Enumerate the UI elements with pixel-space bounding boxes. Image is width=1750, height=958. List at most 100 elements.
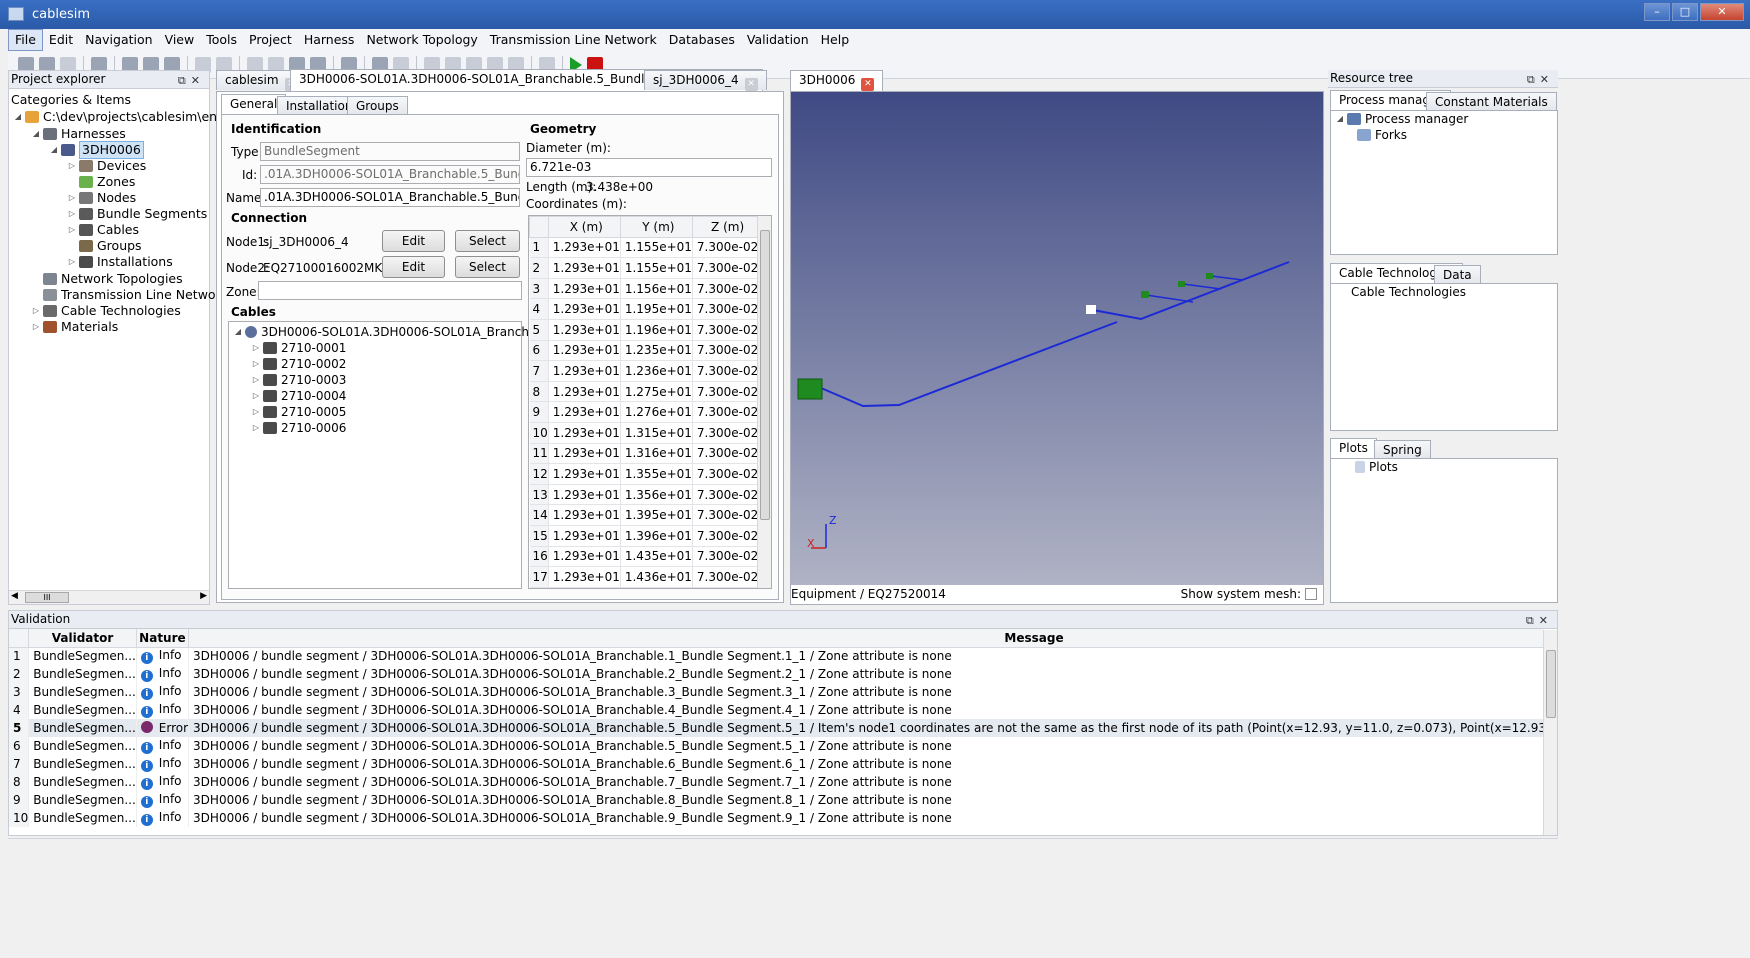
tree-item-nodes[interactable]: ▷ Nodes bbox=[67, 190, 136, 206]
validation-row[interactable]: 5 BundleSegmen... Error 3DH0006 / bundle se… bbox=[9, 719, 1543, 737]
expand-arrow-icon[interactable]: ▷ bbox=[31, 303, 41, 319]
scroll-thumb[interactable]: III bbox=[25, 592, 69, 603]
validation-row[interactable]: 6 BundleSegmen... i Info 3DH0006 / bundle se… bbox=[9, 737, 1543, 755]
close-window-button[interactable]: ✕ bbox=[1700, 3, 1744, 21]
coord-cell[interactable]: 1.436e+01 bbox=[620, 566, 693, 588]
diameter-field[interactable]: 6.721e-03 bbox=[526, 158, 772, 177]
tab-3dh0006-viewer[interactable]: 3DH0006 ✕ bbox=[790, 70, 884, 92]
tree-item-process-manager[interactable]: ◢ Process manager bbox=[1335, 111, 1468, 127]
nature-column-header[interactable]: Nature bbox=[136, 629, 190, 648]
coord-column-header[interactable]: Y (m) bbox=[619, 216, 693, 238]
menu-harness[interactable]: Harness bbox=[298, 30, 361, 50]
coord-cell[interactable]: 1.276e+01 bbox=[620, 401, 693, 423]
cable-item[interactable]: ▷ 2710-0003 bbox=[251, 372, 347, 388]
show-mesh-checkbox[interactable] bbox=[1305, 588, 1317, 600]
expand-arrow-icon[interactable]: ▷ bbox=[251, 356, 261, 372]
expand-arrow-icon[interactable]: ▷ bbox=[251, 372, 261, 388]
tree-item-bundle-segments[interactable]: ▷ Bundle Segments bbox=[67, 206, 207, 222]
menu-tools[interactable]: Tools bbox=[200, 30, 243, 50]
cable-item[interactable]: ▷ 2710-0005 bbox=[251, 404, 347, 420]
coord-cell[interactable]: 7.300e-02 bbox=[692, 257, 760, 279]
coord-row[interactable]: 6 1.293e+01 1.235e+01 7.300e-02 bbox=[529, 340, 760, 362]
menu-file[interactable]: File bbox=[8, 29, 43, 51]
message-column-header[interactable]: Message bbox=[188, 629, 1543, 648]
coord-row[interactable]: 7 1.293e+01 1.236e+01 7.300e-02 bbox=[529, 360, 760, 382]
tree-item-cables[interactable]: ▷ Cables bbox=[67, 222, 139, 238]
coord-cell[interactable]: 7.300e-02 bbox=[692, 463, 760, 485]
coord-cell[interactable]: 1.293e+01 bbox=[548, 319, 621, 341]
coord-cell[interactable]: 7.300e-02 bbox=[692, 401, 760, 423]
coord-cell[interactable]: 7.300e-02 bbox=[692, 360, 760, 382]
junction-node[interactable] bbox=[1141, 291, 1149, 298]
coord-cell[interactable]: 7.300e-02 bbox=[692, 237, 760, 259]
coord-cell[interactable]: 1.155e+01 bbox=[620, 257, 693, 279]
tab-spring[interactable]: Spring bbox=[1374, 440, 1431, 458]
validation-row[interactable]: 3 BundleSegmen... i Info 3DH0006 / bundle se… bbox=[9, 683, 1543, 701]
cable-item[interactable]: ▷ 2710-0001 bbox=[251, 340, 347, 356]
coord-cell[interactable]: 1.196e+01 bbox=[620, 319, 693, 341]
junction-node[interactable] bbox=[1178, 281, 1185, 287]
expand-arrow-icon[interactable]: ▷ bbox=[67, 190, 77, 206]
name-field[interactable]: .01A.3DH0006-SOL01A_Branchable.5_Bundle … bbox=[260, 188, 520, 207]
coord-row[interactable]: 1 1.293e+01 1.155e+01 7.300e-02 bbox=[529, 237, 760, 259]
menu-validation[interactable]: Validation bbox=[741, 30, 815, 50]
expand-arrow-icon[interactable]: ▷ bbox=[67, 206, 77, 222]
coord-cell[interactable]: 1.156e+01 bbox=[620, 278, 693, 300]
cable-item[interactable]: ▷ 2710-0004 bbox=[251, 388, 347, 404]
coord-cell[interactable]: 1.293e+01 bbox=[548, 525, 621, 547]
coord-row[interactable]: 9 1.293e+01 1.276e+01 7.300e-02 bbox=[529, 401, 760, 423]
coord-cell[interactable]: 7.300e-02 bbox=[692, 525, 760, 547]
node2-select-button[interactable]: Select bbox=[455, 256, 520, 278]
coord-row[interactable]: 16 1.293e+01 1.435e+01 7.300e-02 bbox=[529, 546, 760, 568]
coord-cell[interactable]: 1.195e+01 bbox=[620, 298, 693, 320]
validation-scrollbar[interactable] bbox=[1543, 630, 1557, 835]
coord-cell[interactable]: 1.293e+01 bbox=[548, 546, 621, 568]
coord-row[interactable]: 11 1.293e+01 1.316e+01 7.300e-02 bbox=[529, 443, 760, 465]
validation-row[interactable]: 7 BundleSegmen... i Info 3DH0006 / bundle se… bbox=[9, 755, 1543, 773]
coord-row[interactable]: 4 1.293e+01 1.195e+01 7.300e-02 bbox=[529, 298, 760, 320]
tree-item-groups[interactable]: Groups bbox=[67, 238, 142, 254]
expand-arrow-icon[interactable]: ▷ bbox=[251, 420, 261, 436]
coord-row[interactable]: 13 1.293e+01 1.356e+01 7.300e-02 bbox=[529, 484, 760, 506]
expand-arrow-icon[interactable]: ▷ bbox=[251, 388, 261, 404]
coord-row[interactable]: 5 1.293e+01 1.196e+01 7.300e-02 bbox=[529, 319, 760, 341]
coord-cell[interactable]: 7.300e-02 bbox=[692, 504, 760, 526]
tree-item-cable-technologies[interactable]: ▷ Cable Technologies bbox=[31, 303, 181, 319]
coord-cell[interactable]: 1.356e+01 bbox=[620, 484, 693, 506]
coord-cell[interactable]: 1.293e+01 bbox=[548, 298, 621, 320]
coord-cell[interactable]: 1.236e+01 bbox=[620, 360, 693, 382]
coord-cell[interactable]: 7.300e-02 bbox=[692, 340, 760, 362]
coord-row[interactable]: 2 1.293e+01 1.155e+01 7.300e-02 bbox=[529, 257, 760, 279]
dock-buttons[interactable]: ⧉✕ bbox=[1527, 71, 1554, 88]
validation-row[interactable]: 8 BundleSegmen... i Info 3DH0006 / bundle se… bbox=[9, 773, 1543, 791]
menu-help[interactable]: Help bbox=[815, 30, 856, 50]
coordinates-scrollbar[interactable] bbox=[757, 216, 771, 588]
coord-cell[interactable]: 1.355e+01 bbox=[620, 463, 693, 485]
dock-buttons[interactable]: ⧉✕ bbox=[1526, 612, 1553, 629]
validator-column-header[interactable]: Validator bbox=[28, 629, 137, 648]
coord-row[interactable]: 8 1.293e+01 1.275e+01 7.300e-02 bbox=[529, 381, 760, 403]
coord-cell[interactable]: 1.293e+01 bbox=[548, 340, 621, 362]
tab-constant-materials[interactable]: Constant Materials bbox=[1426, 92, 1557, 110]
scroll-thumb[interactable] bbox=[760, 230, 770, 520]
tree-item-forks[interactable]: Forks bbox=[1355, 127, 1407, 143]
close-tab-icon[interactable]: ✕ bbox=[744, 78, 758, 91]
collapse-arrow-icon[interactable]: ◢ bbox=[31, 126, 41, 142]
coord-cell[interactable]: 1.396e+01 bbox=[620, 525, 693, 547]
node1-edit-button[interactable]: Edit bbox=[382, 230, 445, 252]
tab-data[interactable]: Data bbox=[1434, 265, 1481, 283]
selected-node[interactable] bbox=[1086, 305, 1096, 314]
coord-row[interactable]: 3 1.293e+01 1.156e+01 7.300e-02 bbox=[529, 278, 760, 300]
coord-cell[interactable]: 1.315e+01 bbox=[620, 422, 693, 444]
node2-edit-button[interactable]: Edit bbox=[382, 256, 445, 278]
coord-row[interactable]: 14 1.293e+01 1.395e+01 7.300e-02 bbox=[529, 504, 760, 526]
coord-cell[interactable]: 1.293e+01 bbox=[548, 443, 621, 465]
tab-groups[interactable]: Groups bbox=[347, 96, 408, 114]
validation-row[interactable]: 10 BundleSegmen... i Info 3DH0006 / bundle s… bbox=[9, 809, 1543, 827]
tab-sj-3dh0006-4[interactable]: sj_3DH0006_4 ✕ bbox=[644, 70, 767, 91]
zone-field[interactable] bbox=[258, 281, 522, 300]
coord-column-header[interactable]: Z (m) bbox=[691, 216, 760, 238]
expand-arrow-icon[interactable]: ▷ bbox=[251, 340, 261, 356]
close-tab-icon[interactable]: ✕ bbox=[861, 78, 875, 91]
menu-transmission-line-network[interactable]: Transmission Line Network bbox=[484, 30, 663, 50]
